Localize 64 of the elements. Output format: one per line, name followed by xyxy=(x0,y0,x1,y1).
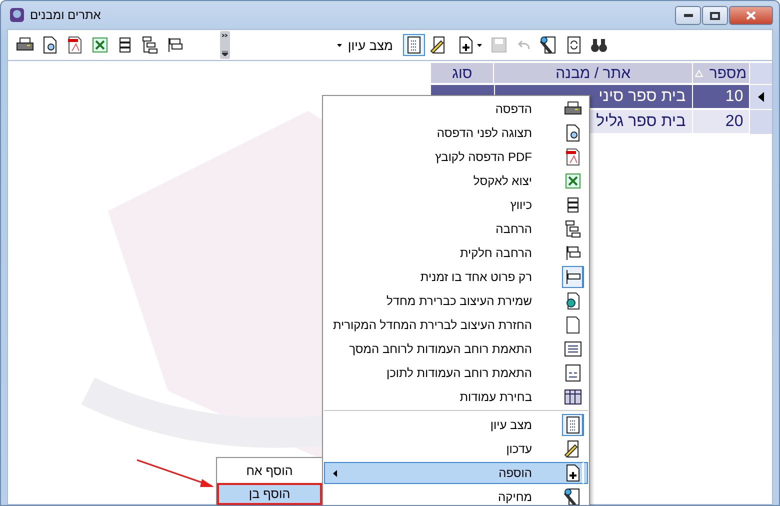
submenu-arrow-icon xyxy=(333,470,337,476)
print-preview-icon xyxy=(41,36,59,54)
close-button[interactable] xyxy=(729,6,773,25)
blank-page-icon xyxy=(564,316,582,334)
refresh-icon xyxy=(565,36,583,54)
current-row-pointer-icon xyxy=(758,92,764,102)
overflow-chevron-icon xyxy=(222,34,228,37)
list-page-icon xyxy=(405,36,423,54)
menu-item[interactable]: רק פרוט אחד בו זמנית xyxy=(324,266,588,288)
fit-width-icon xyxy=(564,340,582,358)
menu-item[interactable]: PDF הדפסה לקובץ xyxy=(324,146,588,168)
fit-content-icon xyxy=(564,364,582,382)
column-header[interactable]: סוג xyxy=(430,63,494,84)
pdf-file-icon xyxy=(66,36,84,54)
binoculars-icon xyxy=(590,36,608,54)
caret-icon xyxy=(336,44,342,46)
menu-item[interactable]: בחירת עמודות xyxy=(324,386,588,408)
column-header[interactable]: אתר / מבנה xyxy=(493,63,692,84)
maximize-icon xyxy=(710,12,720,20)
app-logo-icon xyxy=(9,7,25,23)
menu-item[interactable]: עדכון xyxy=(324,438,588,460)
single-row-icon xyxy=(564,268,582,286)
minimize-icon xyxy=(684,14,692,17)
maximize-button[interactable] xyxy=(702,6,728,25)
menu-item[interactable]: הוסף בן xyxy=(217,483,322,505)
menu-item[interactable]: הוספה xyxy=(324,462,588,484)
save-layout-icon xyxy=(564,292,582,310)
expand-icon xyxy=(564,220,582,238)
menu-item[interactable]: החזרת העיצוב לברירת המחדל המקורית xyxy=(324,314,588,336)
partial-expand-icon xyxy=(166,36,184,54)
view-mode-button[interactable] xyxy=(403,34,425,56)
menu-item[interactable]: הרחבה xyxy=(324,218,588,240)
close-icon xyxy=(746,11,756,20)
list-page-icon xyxy=(564,416,582,434)
pdf-icon xyxy=(564,148,582,166)
menu-item[interactable]: כיווץ xyxy=(324,194,588,216)
toolbar-grip[interactable] xyxy=(220,31,230,59)
menu-item[interactable]: התאמת רוחב העמודות לרוחב המסך xyxy=(324,338,588,360)
columns-icon xyxy=(564,388,582,406)
menu-item[interactable]: מצב עיון xyxy=(324,414,588,436)
add-page-icon xyxy=(456,36,474,54)
menu-item[interactable]: יצוא לאקסל xyxy=(324,170,588,192)
partial-expand-icon xyxy=(564,244,582,262)
add-page-icon xyxy=(564,464,582,482)
spreadsheet-icon xyxy=(91,36,109,54)
sort-ascending-icon xyxy=(695,70,704,76)
dropdown-arrow-icon xyxy=(222,51,228,56)
table-cell: 10 xyxy=(692,85,750,109)
row-header[interactable] xyxy=(749,85,772,110)
menu-item[interactable]: התאמת רוחב העמודות לתוכן xyxy=(324,362,588,384)
caret-icon xyxy=(476,44,482,46)
menu-item[interactable]: הוסף אח xyxy=(217,460,322,482)
menu-item[interactable]: הרחבה חלקית xyxy=(324,242,588,264)
minimize-button[interactable] xyxy=(675,6,701,25)
menu-item[interactable]: מחיקה xyxy=(324,486,588,505)
preview-icon xyxy=(564,124,582,142)
column-header[interactable]: מספר xyxy=(692,63,750,84)
menu-item[interactable]: שמירת העיצוב כברירת מחדל xyxy=(324,290,588,312)
expand-icon xyxy=(141,36,159,54)
table-cell: 20 xyxy=(692,110,750,134)
delete-icon xyxy=(540,36,558,54)
window-title: אתרים ומבנים xyxy=(30,8,102,22)
edit-icon xyxy=(564,440,582,458)
spreadsheet-icon xyxy=(564,172,582,190)
